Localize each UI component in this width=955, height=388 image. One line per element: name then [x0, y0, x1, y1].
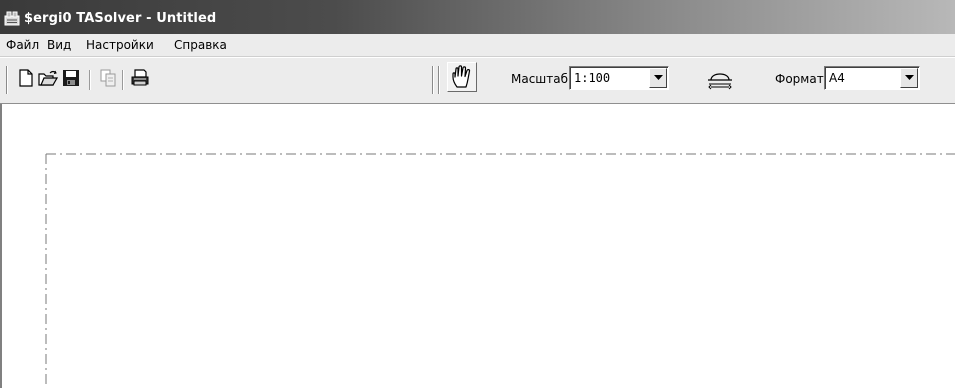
- chevron-down-icon[interactable]: [649, 68, 667, 88]
- scale-label: Масштаб: [511, 72, 569, 86]
- save-disk-icon[interactable]: [59, 66, 83, 90]
- open-folder-icon[interactable]: [36, 66, 60, 90]
- format-value: A4: [829, 71, 845, 85]
- print-icon[interactable]: [128, 66, 152, 90]
- toolbar-separator: [89, 70, 91, 90]
- scale-value: 1:100: [574, 71, 611, 85]
- menu-help[interactable]: Справка: [174, 38, 227, 52]
- toolbar: Масштаб 1:100 Формат A4: [0, 57, 955, 104]
- hand-pan-icon[interactable]: [447, 62, 477, 92]
- toolbar-separator: [122, 70, 124, 90]
- menu-bar: Файл Вид Настройки Справка: [0, 34, 955, 57]
- drawing-canvas[interactable]: [0, 104, 955, 388]
- page-border: [45, 153, 955, 388]
- title-bar: $ergi0 TASolver - Untitled: [0, 0, 955, 34]
- app-icon: [4, 10, 20, 26]
- app-window: $ergi0 TASolver - Untitled Файл Вид Наст…: [0, 0, 955, 388]
- page-orientation-icon[interactable]: [705, 64, 735, 92]
- window-title: $ergi0 TASolver - Untitled: [24, 11, 217, 26]
- format-select[interactable]: A4: [824, 66, 920, 90]
- menu-settings[interactable]: Настройки: [86, 38, 154, 52]
- toolbar-grip[interactable]: [6, 66, 8, 94]
- menu-file[interactable]: Файл: [6, 38, 39, 52]
- format-label: Формат: [775, 72, 824, 86]
- copy-icon[interactable]: [96, 66, 120, 90]
- chevron-down-icon[interactable]: [900, 68, 918, 88]
- toolbar-grip[interactable]: [438, 66, 440, 94]
- new-document-icon[interactable]: [14, 66, 38, 90]
- toolbar-grip[interactable]: [432, 66, 434, 94]
- menu-view[interactable]: Вид: [47, 38, 71, 52]
- scale-select[interactable]: 1:100: [569, 66, 669, 90]
